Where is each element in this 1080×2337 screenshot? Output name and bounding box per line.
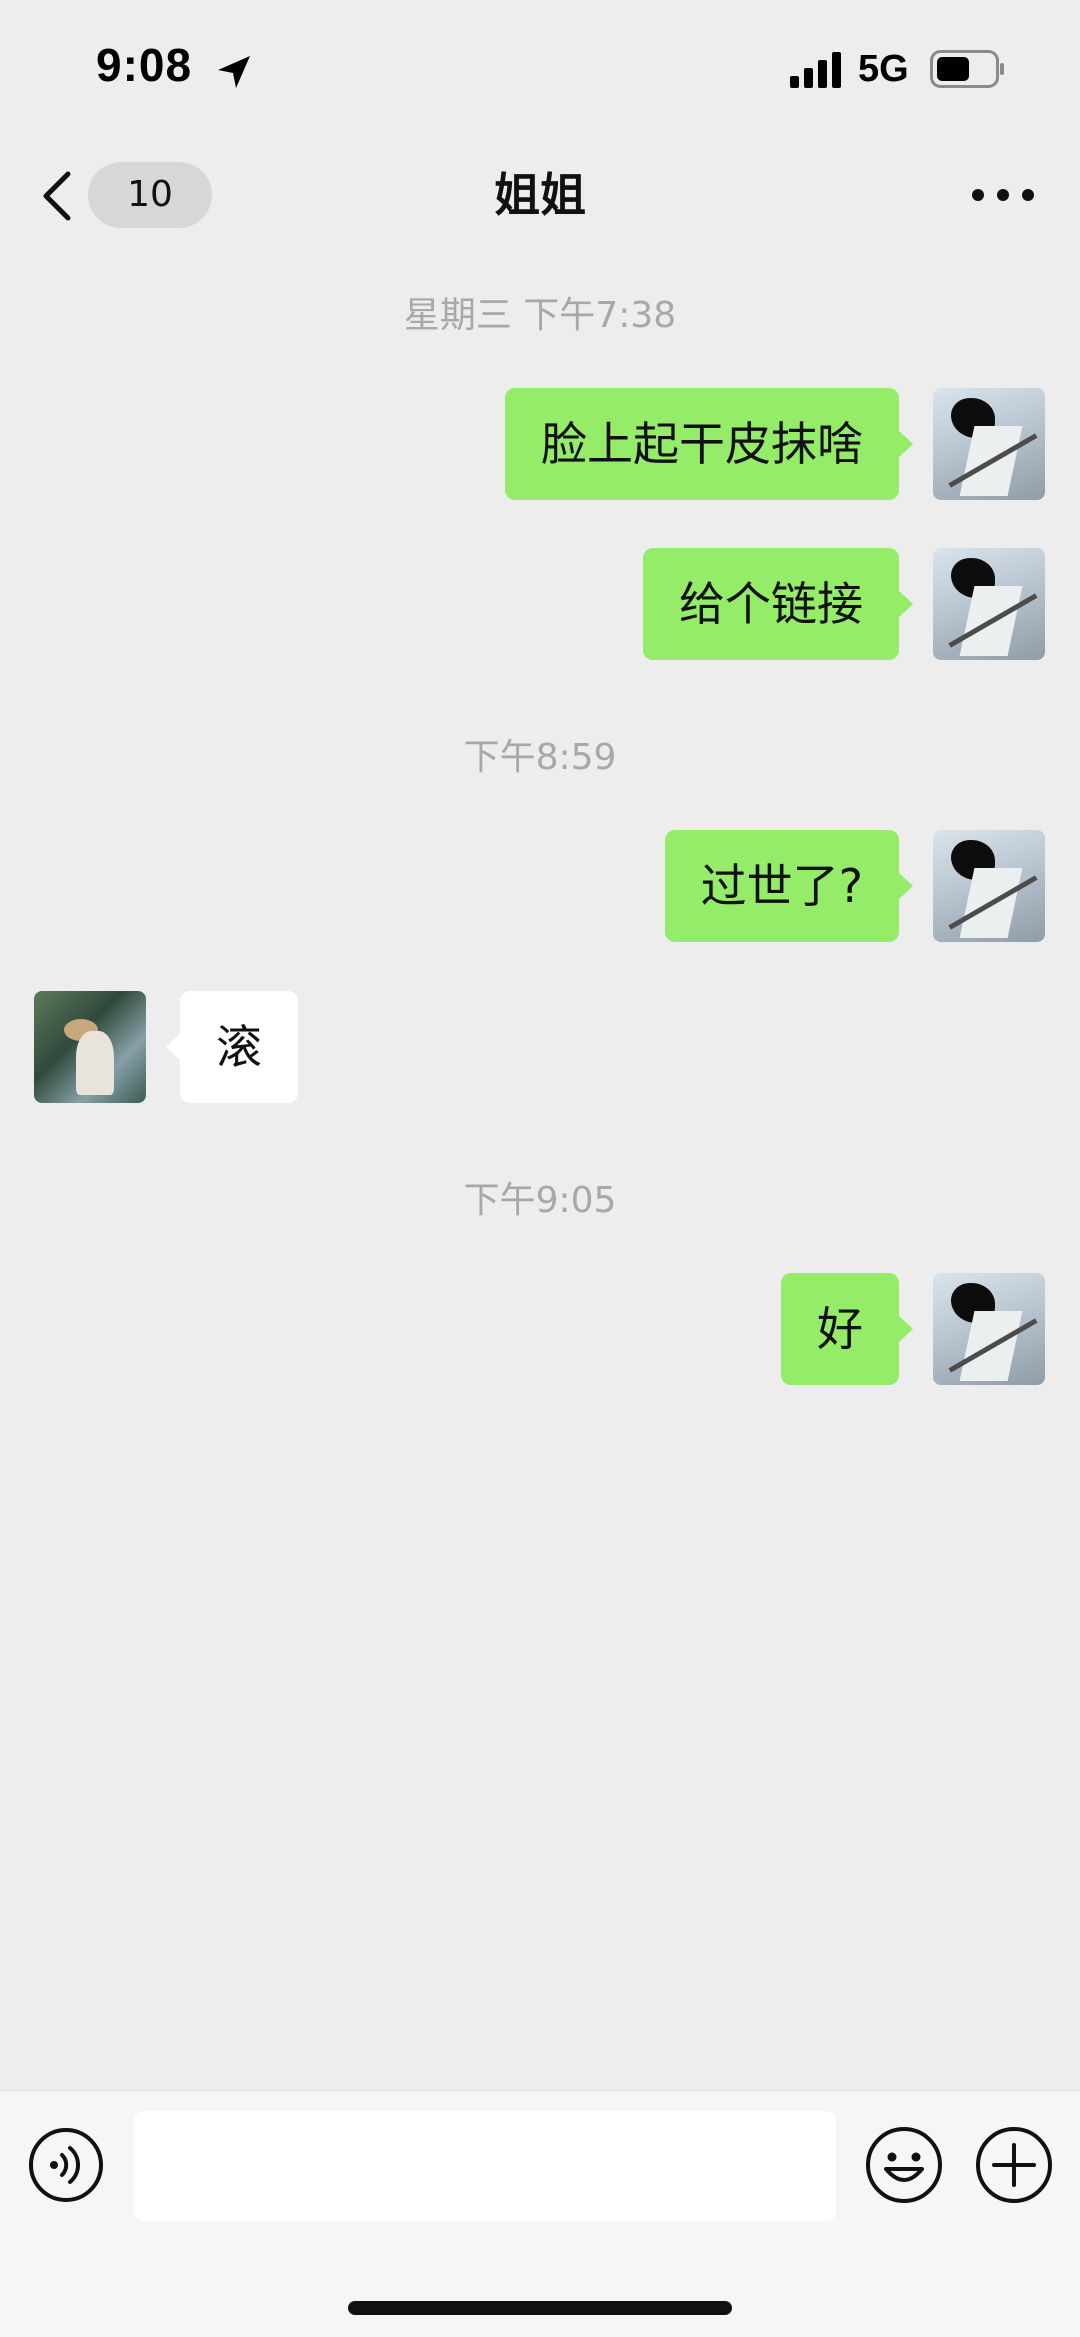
my-avatar[interactable] — [933, 548, 1045, 660]
cellular-signal-icon — [790, 52, 841, 88]
emoji-icon[interactable] — [864, 2125, 944, 2205]
chevron-left-icon — [43, 171, 71, 221]
message-input[interactable] — [134, 2111, 836, 2221]
my-avatar[interactable] — [933, 830, 1045, 942]
status-time: 9:08 — [96, 39, 193, 91]
sent-message-bubble[interactable]: 过世了? — [664, 830, 914, 942]
my-avatar[interactable] — [933, 388, 1045, 500]
chat-title: 姐姐 — [494, 168, 586, 222]
timestamp: 星期三 下午7:38 — [403, 295, 677, 336]
timestamp: 下午8:59 — [463, 737, 617, 778]
chat-screen: 9:08 5G 10 姐姐 星期三 下午7:38 脸上起干皮抹啥 给个链接 下午… — [0, 0, 1080, 2337]
more-dots-icon[interactable] — [968, 170, 1038, 220]
home-indicator — [348, 2301, 732, 2315]
back-button[interactable]: 10 — [40, 162, 212, 228]
input-bar — [0, 2090, 1080, 2337]
sent-message-bubble[interactable]: 脸上起干皮抹啥 — [505, 388, 913, 500]
status-bar: 9:08 5G — [0, 0, 1080, 140]
location-arrow-icon — [218, 56, 250, 88]
received-message-bubble[interactable]: 滚 — [166, 991, 298, 1103]
sent-message-bubble[interactable]: 好 — [781, 1273, 913, 1385]
nav-bar: 10 姐姐 — [0, 140, 1080, 250]
timestamp: 下午9:05 — [463, 1180, 617, 1221]
sent-message-bubble[interactable]: 给个链接 — [643, 548, 913, 660]
contact-avatar[interactable] — [34, 991, 146, 1103]
battery-icon — [930, 50, 1004, 88]
my-avatar[interactable] — [933, 1273, 1045, 1385]
voice-icon[interactable] — [28, 2127, 104, 2203]
plus-icon[interactable] — [974, 2125, 1054, 2205]
network-label: 5G — [858, 48, 909, 90]
unread-count-badge: 10 — [88, 162, 212, 228]
